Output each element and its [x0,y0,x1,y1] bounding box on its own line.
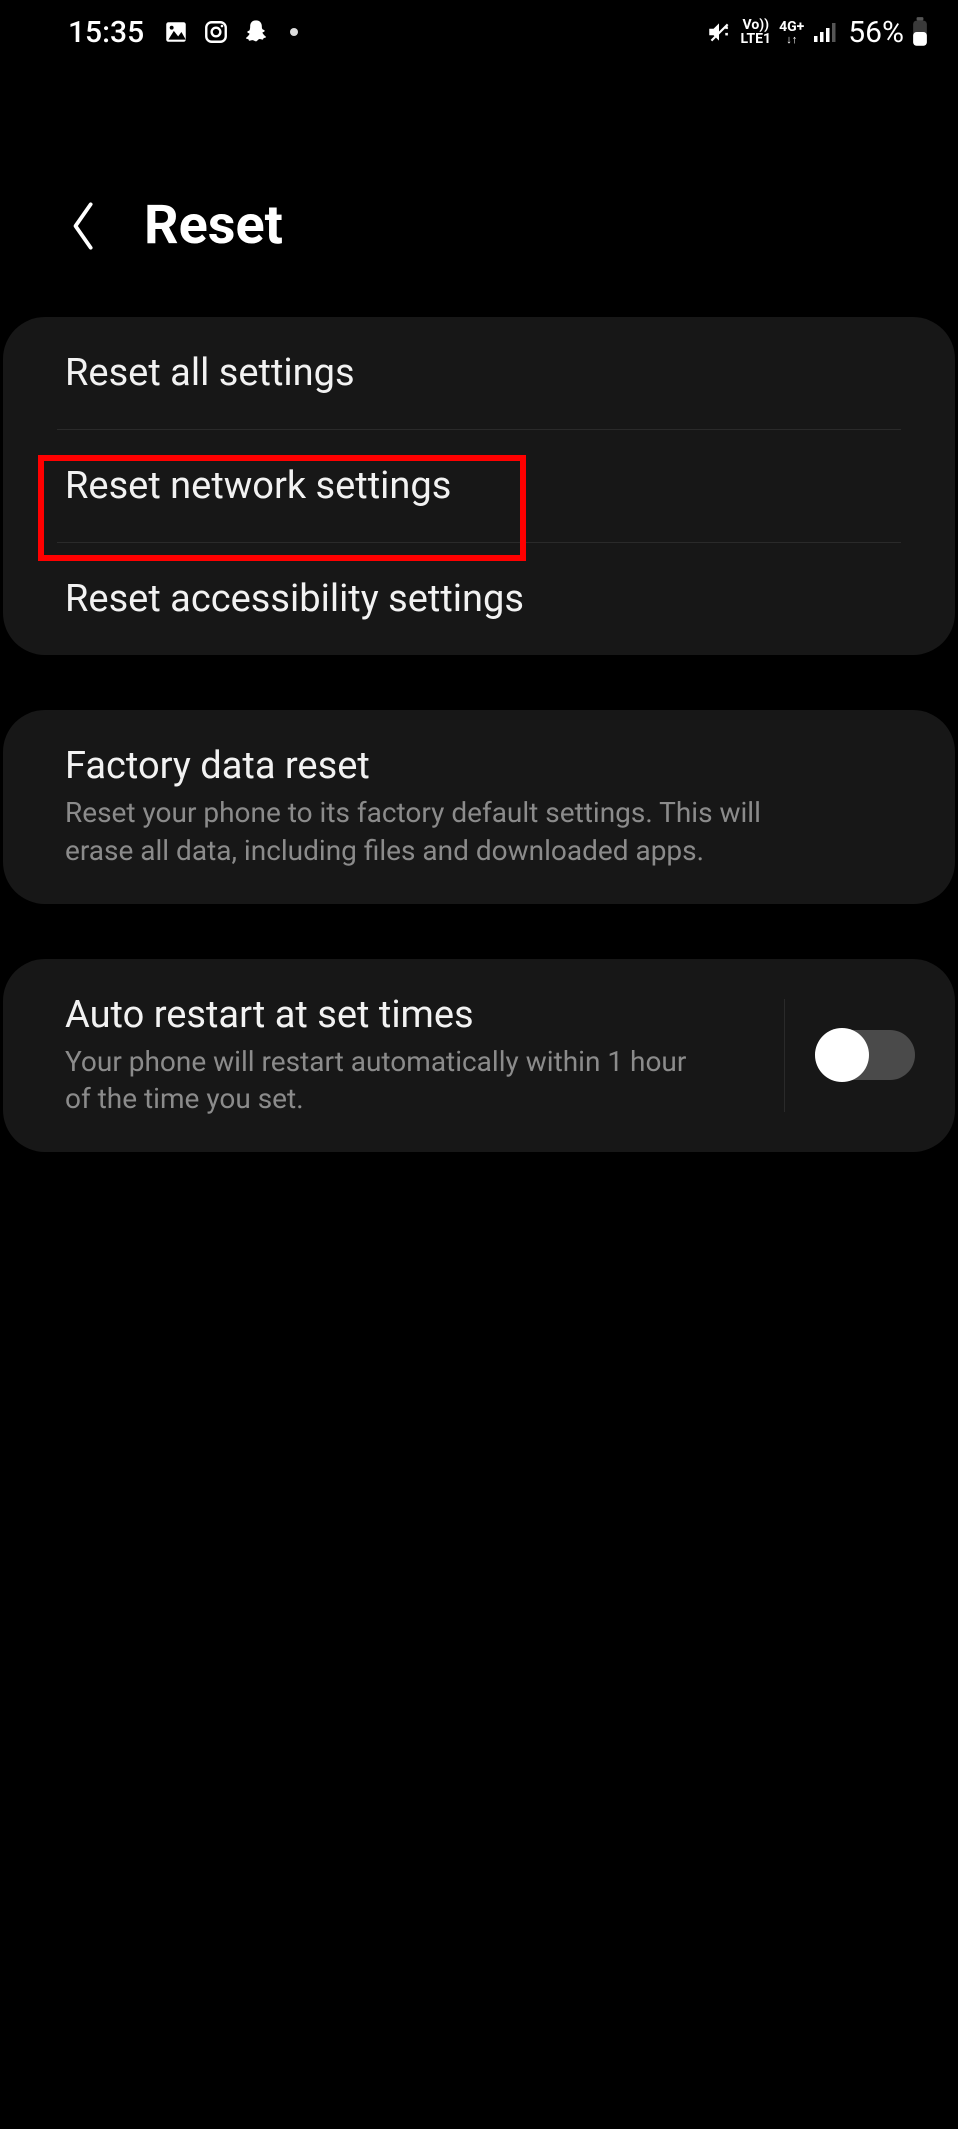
mute-icon [706,19,732,45]
row-title: Factory data reset [65,744,893,788]
status-bar: 15:35 [0,0,958,64]
instagram-icon [202,18,230,46]
reset-accessibility-settings-row[interactable]: Reset accessibility settings [3,543,955,655]
gallery-icon [162,18,190,46]
snapchat-icon [242,18,270,46]
row-title: Auto restart at set times [65,993,754,1037]
battery-icon [912,17,928,47]
factory-data-reset-row[interactable]: Factory data reset Reset your phone to i… [3,710,955,904]
network-type-indicator: 4G+ ↓↑ [779,20,804,45]
auto-restart-toggle[interactable] [815,1030,915,1080]
more-notifications-dot [290,28,298,36]
reset-all-settings-row[interactable]: Reset all settings [3,317,955,429]
page-title: Reset [144,194,283,257]
reset-options-group: Reset all settings Reset network setting… [3,317,955,655]
row-subtitle: Reset your phone to its factory default … [65,794,835,870]
row-title: Reset all settings [65,351,893,395]
chevron-left-icon [67,200,97,252]
row-title: Reset network settings [65,464,893,508]
auto-restart-row[interactable]: Auto restart at set times Your phone wil… [3,959,955,1153]
vertical-divider [784,999,785,1113]
volte-indicator: Vo)) LTE1 [740,18,771,46]
page-header: Reset [0,64,958,317]
back-button[interactable] [60,196,104,256]
status-time: 15:35 [68,15,144,50]
auto-restart-group: Auto restart at set times Your phone wil… [3,959,955,1153]
factory-data-reset-group: Factory data reset Reset your phone to i… [3,710,955,904]
battery-percentage: 56% [848,15,904,50]
toggle-knob [815,1028,869,1082]
reset-network-settings-row[interactable]: Reset network settings [3,430,955,542]
row-title: Reset accessibility settings [65,577,893,621]
row-subtitle: Your phone will restart automatically wi… [65,1043,705,1119]
signal-icon [812,20,836,44]
